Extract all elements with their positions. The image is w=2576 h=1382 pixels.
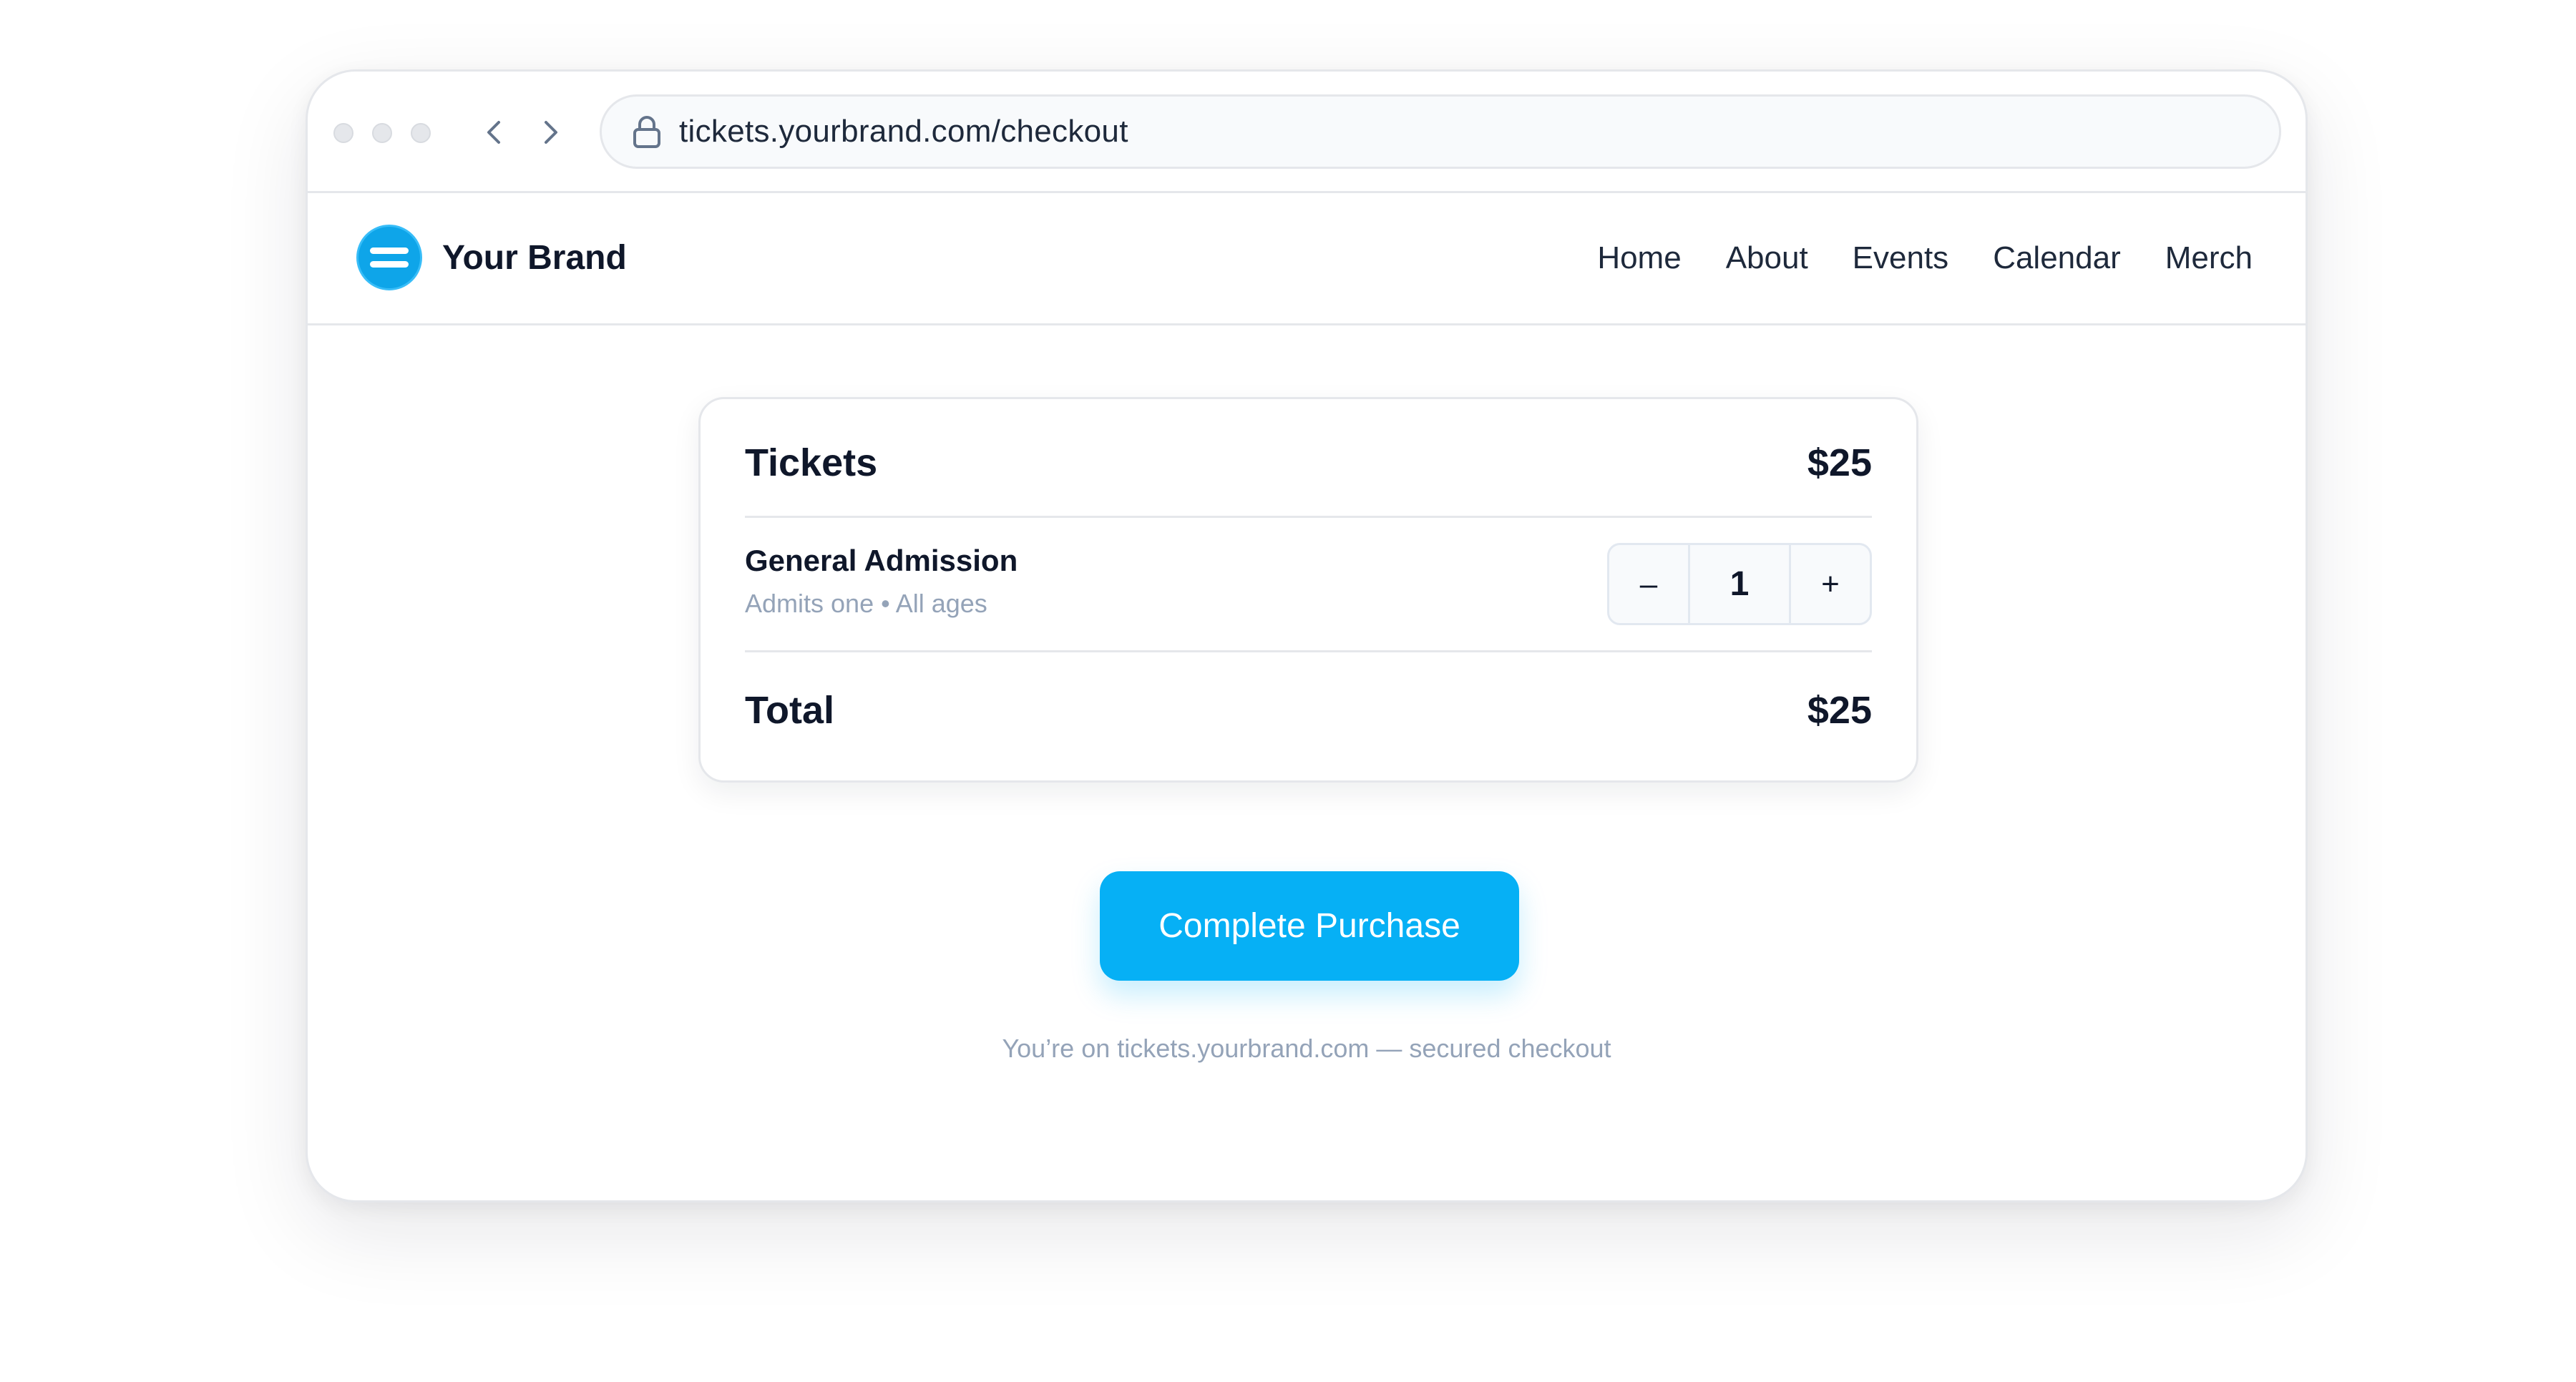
card-title: Tickets [745,441,878,484]
brand-name: Your Brand [442,238,627,277]
address-bar[interactable]: tickets.yourbrand.com/checkout [600,94,2281,169]
site-header: Your Brand Home About Events Calendar Me… [308,193,2306,325]
ticket-type-description: Admits one • All ages [745,589,987,618]
quantity-value[interactable]: 1 [1688,545,1791,623]
quantity-stepper: – 1 + [1607,543,1872,625]
nav-item-calendar[interactable]: Calendar [1993,240,2121,276]
total-value: $25 [1807,689,1872,732]
browser-chrome: tickets.yourbrand.com/checkout [308,72,2306,193]
total-label: Total [745,689,834,732]
window-minimize-dot[interactable] [372,123,392,143]
card-price: $25 [1807,441,1872,484]
window-maximize-dot[interactable] [411,123,431,143]
divider [745,650,1872,652]
brand-link[interactable]: Your Brand [356,225,627,290]
chevron-left-icon [487,121,500,144]
browser-window: tickets.yourbrand.com/checkout Your Bran… [306,69,2308,1202]
back-button[interactable] [476,114,512,150]
lock-icon [629,114,665,150]
brand-logo-icon [356,225,422,290]
ticket-summary-card: Tickets $25 General Admission Admits one… [698,397,1918,783]
forward-button[interactable] [533,114,569,150]
increment-button[interactable]: + [1791,545,1870,623]
nav-item-home[interactable]: Home [1597,240,1681,276]
chevron-right-icon [545,121,557,144]
nav-item-about[interactable]: About [1726,240,1808,276]
decrement-button[interactable]: – [1609,545,1688,623]
secure-checkout-note: You’re on tickets.yourbrand.com — secure… [1002,1034,1611,1063]
nav-item-merch[interactable]: Merch [2165,240,2253,276]
divider [745,516,1872,518]
ticket-type-name: General Admission [745,544,1018,577]
url-text: tickets.yourbrand.com/checkout [679,114,1128,149]
window-close-dot[interactable] [333,123,353,143]
nav-item-events[interactable]: Events [1853,240,1949,276]
complete-purchase-button[interactable]: Complete Purchase [1100,871,1519,981]
main-nav: Home About Events Calendar Merch [1597,193,2253,323]
